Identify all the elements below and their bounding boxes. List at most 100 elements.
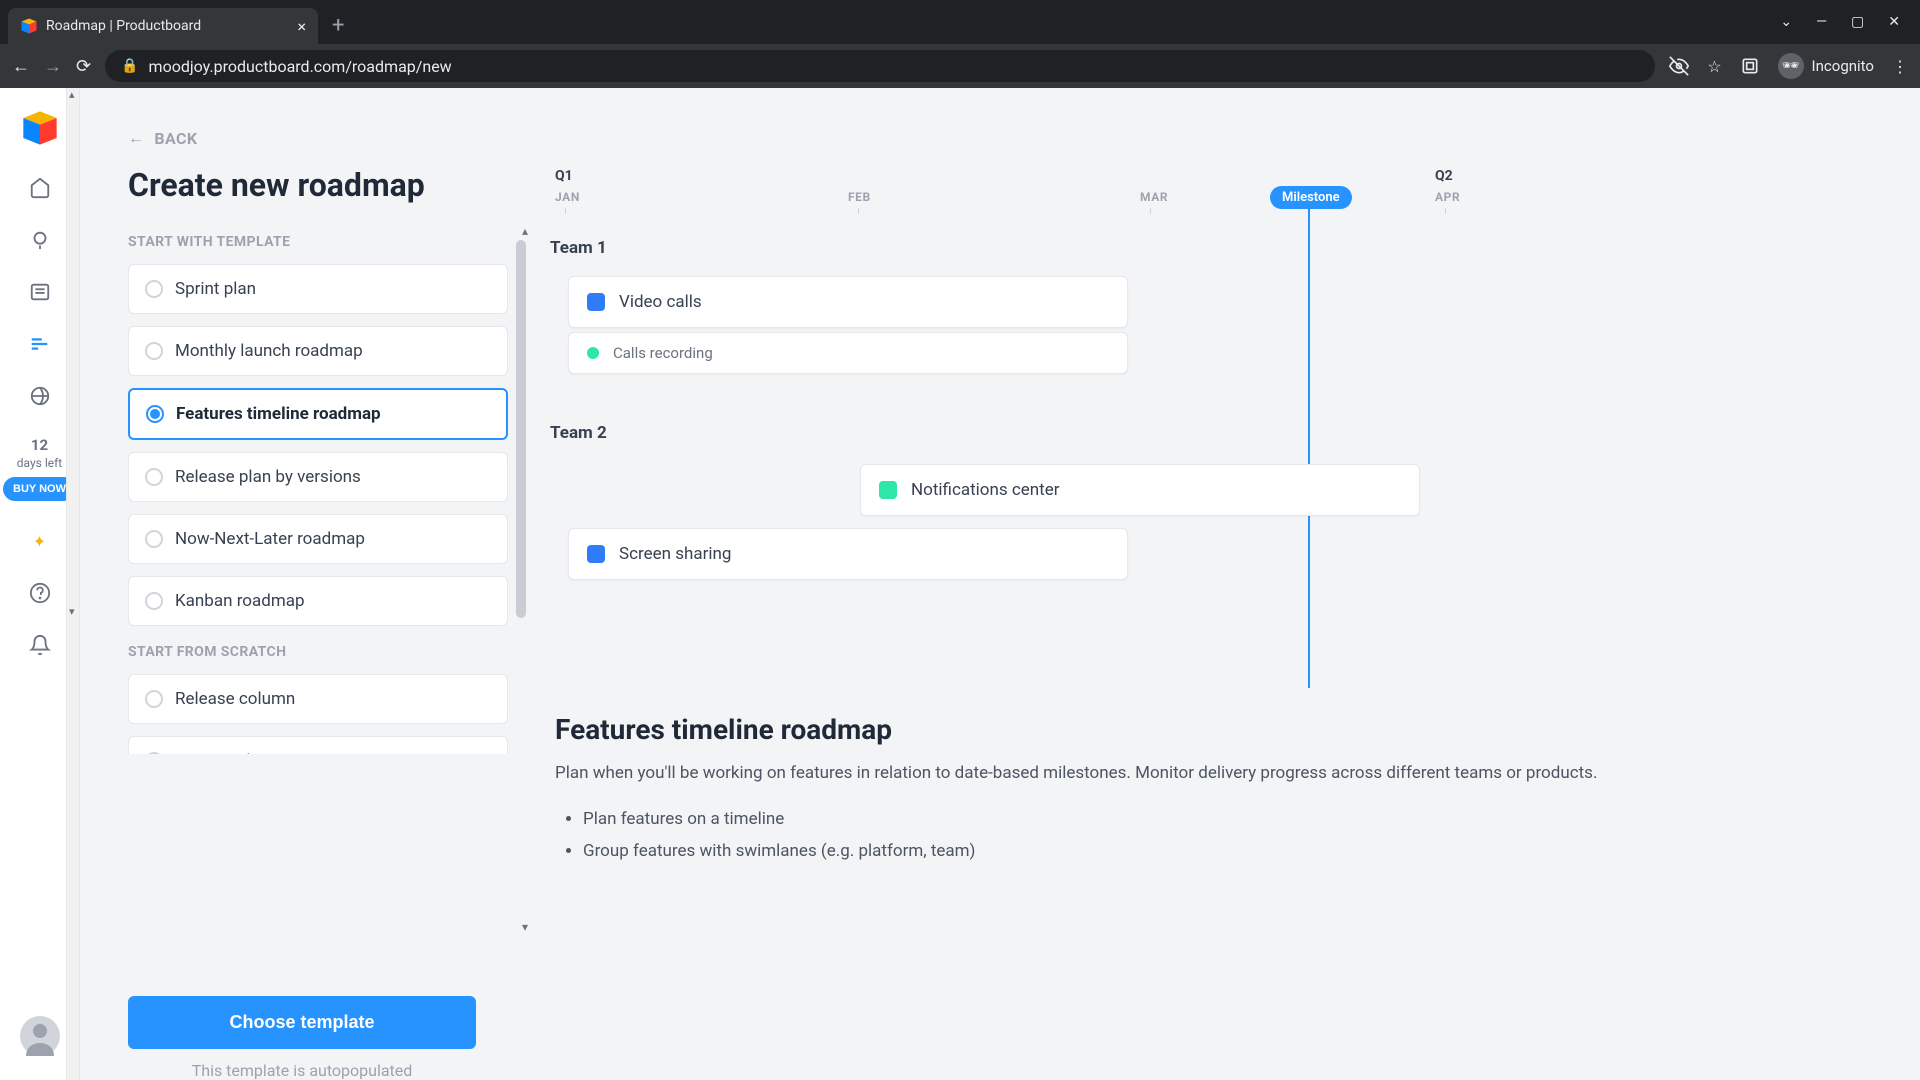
- radio-icon: [145, 342, 163, 360]
- template-option[interactable]: Now-Next-Later roadmap: [128, 514, 508, 564]
- feature-label: Notifications center: [911, 480, 1060, 500]
- milestone-line: [1308, 208, 1310, 688]
- browser-menu-icon[interactable]: ⋮: [1892, 57, 1908, 76]
- insights-icon[interactable]: [28, 228, 52, 252]
- quarter-label: Q1: [555, 168, 573, 184]
- page-title: Create new roadmap: [128, 166, 526, 204]
- bookmark-star-icon[interactable]: ☆: [1707, 57, 1721, 76]
- template-list[interactable]: START WITH TEMPLATESprint planMonthly la…: [128, 234, 526, 754]
- team-label: Team 1: [550, 238, 607, 258]
- productboard-favicon: [20, 17, 38, 35]
- month-tick: [858, 208, 859, 214]
- notifications-icon[interactable]: [28, 633, 52, 657]
- autopopulate-note: This template is autopopulated: [128, 1061, 476, 1080]
- incognito-icon: 🕶: [1778, 53, 1804, 79]
- radio-icon: [145, 752, 163, 754]
- home-icon[interactable]: [28, 176, 52, 200]
- color-chip: [587, 545, 605, 563]
- nav-reload-icon[interactable]: ⟳: [76, 56, 91, 77]
- template-label: Release plan by versions: [175, 467, 361, 487]
- extensions-icon[interactable]: [1740, 56, 1760, 76]
- radio-icon: [145, 690, 163, 708]
- radio-icon: [145, 280, 163, 298]
- scratch-label: Status column: [175, 751, 284, 754]
- features-icon[interactable]: [28, 280, 52, 304]
- incognito-label: Incognito: [1812, 57, 1874, 75]
- new-tab-button[interactable]: +: [332, 13, 344, 38]
- feature-label: Calls recording: [613, 344, 713, 362]
- template-list-container: ▴ START WITH TEMPLATESprint planMonthly …: [128, 234, 526, 976]
- window-minimize-icon[interactable]: —: [1816, 14, 1827, 30]
- sidebar-scrollbar[interactable]: [66, 88, 80, 1080]
- window-maximize-icon[interactable]: ▢: [1851, 14, 1864, 30]
- template-scrollbar-thumb[interactable]: [516, 240, 526, 618]
- eye-off-icon[interactable]: [1669, 56, 1689, 76]
- url-text: moodjoy.productboard.com/roadmap/new: [149, 57, 452, 76]
- feature-label: Video calls: [619, 292, 702, 312]
- template-option[interactable]: Monthly launch roadmap: [128, 326, 508, 376]
- section-scratch-label: START FROM SCRATCH: [128, 644, 508, 660]
- lock-icon: 🔒: [121, 58, 138, 74]
- scratch-option[interactable]: Release column: [128, 674, 508, 724]
- month-tick: [565, 208, 566, 214]
- milestone-badge: Milestone: [1270, 186, 1352, 209]
- description-bullet: Plan features on a timeline: [583, 803, 1820, 835]
- template-label: Now-Next-Later roadmap: [175, 529, 365, 549]
- browser-tab[interactable]: Roadmap | Productboard ×: [8, 8, 318, 44]
- scratch-label: Release column: [175, 689, 295, 709]
- left-column: ← BACK Create new roadmap ▴ START WITH T…: [80, 88, 550, 1080]
- month-label: FEB: [848, 190, 871, 204]
- window-controls: ⌄ — ▢ ✕: [1780, 14, 1920, 30]
- nav-back-icon[interactable]: ←: [12, 56, 30, 77]
- description-body: Plan when you'll be working on features …: [555, 760, 1820, 787]
- description-title: Features timeline roadmap: [555, 713, 1820, 746]
- arrow-left-icon: ←: [128, 128, 144, 148]
- description-bullets: Plan features on a timelineGroup feature…: [555, 803, 1820, 868]
- choose-template-button[interactable]: Choose template: [128, 996, 476, 1049]
- feature-card: Calls recording: [568, 332, 1128, 374]
- scroll-down-arrow-icon[interactable]: ▾: [522, 920, 528, 934]
- template-option[interactable]: Kanban roadmap: [128, 576, 508, 626]
- team-label: Team 2: [550, 423, 607, 443]
- template-option[interactable]: Features timeline roadmap: [128, 388, 508, 440]
- tab-close-icon[interactable]: ×: [297, 17, 306, 36]
- feature-label: Screen sharing: [619, 544, 731, 564]
- portal-icon[interactable]: [28, 384, 52, 408]
- template-option[interactable]: Release plan by versions: [128, 452, 508, 502]
- window-close-icon[interactable]: ✕: [1888, 14, 1900, 30]
- tabs-dropdown-icon[interactable]: ⌄: [1780, 14, 1792, 30]
- color-chip: [587, 293, 605, 311]
- browser-chrome: Roadmap | Productboard × + ⌄ — ▢ ✕ ← → ⟳…: [0, 0, 1920, 88]
- sparkle-icon[interactable]: ✦: [28, 529, 52, 553]
- month-tick: [1150, 208, 1151, 214]
- roadmap-icon[interactable]: [28, 332, 52, 356]
- timeline-header: Q1Q2JANFEBMARAPRMilestone: [550, 168, 1880, 208]
- back-label: BACK: [154, 129, 197, 148]
- scroll-up-arrow-icon[interactable]: ▴: [522, 224, 528, 238]
- feature-card: Notifications center: [860, 464, 1420, 516]
- color-chip: [587, 347, 599, 359]
- scratch-option[interactable]: Status column: [128, 736, 508, 754]
- preview-column: Q1Q2JANFEBMARAPRMilestone Features timel…: [550, 88, 1920, 1080]
- incognito-chip[interactable]: 🕶 Incognito: [1778, 53, 1874, 79]
- productboard-logo[interactable]: [20, 108, 60, 148]
- timeline-preview: Q1Q2JANFEBMARAPRMilestone Features timel…: [550, 168, 1880, 688]
- help-icon[interactable]: [28, 581, 52, 605]
- template-label: Monthly launch roadmap: [175, 341, 363, 361]
- radio-icon: [145, 468, 163, 486]
- template-option[interactable]: Sprint plan: [128, 264, 508, 314]
- description-bullet: Group features with swimlanes (e.g. plat…: [583, 835, 1820, 867]
- main-pane: ← BACK Create new roadmap ▴ START WITH T…: [80, 88, 1920, 1080]
- color-chip: [879, 481, 897, 499]
- month-label: APR: [1435, 190, 1460, 204]
- feature-card: Screen sharing: [568, 528, 1128, 580]
- url-field[interactable]: 🔒 moodjoy.productboard.com/roadmap/new: [105, 50, 1655, 82]
- tab-bar: Roadmap | Productboard × + ⌄ — ▢ ✕: [0, 0, 1920, 44]
- back-link[interactable]: ← BACK: [128, 128, 526, 148]
- address-bar: ← → ⟳ 🔒 moodjoy.productboard.com/roadmap…: [0, 44, 1920, 88]
- app-sidebar: 12 days left BUY NOW ✦: [0, 88, 80, 1080]
- user-avatar[interactable]: [20, 1016, 60, 1056]
- browser-tab-title: Roadmap | Productboard: [46, 18, 201, 34]
- month-tick: [1445, 208, 1446, 214]
- month-label: JAN: [555, 190, 580, 204]
